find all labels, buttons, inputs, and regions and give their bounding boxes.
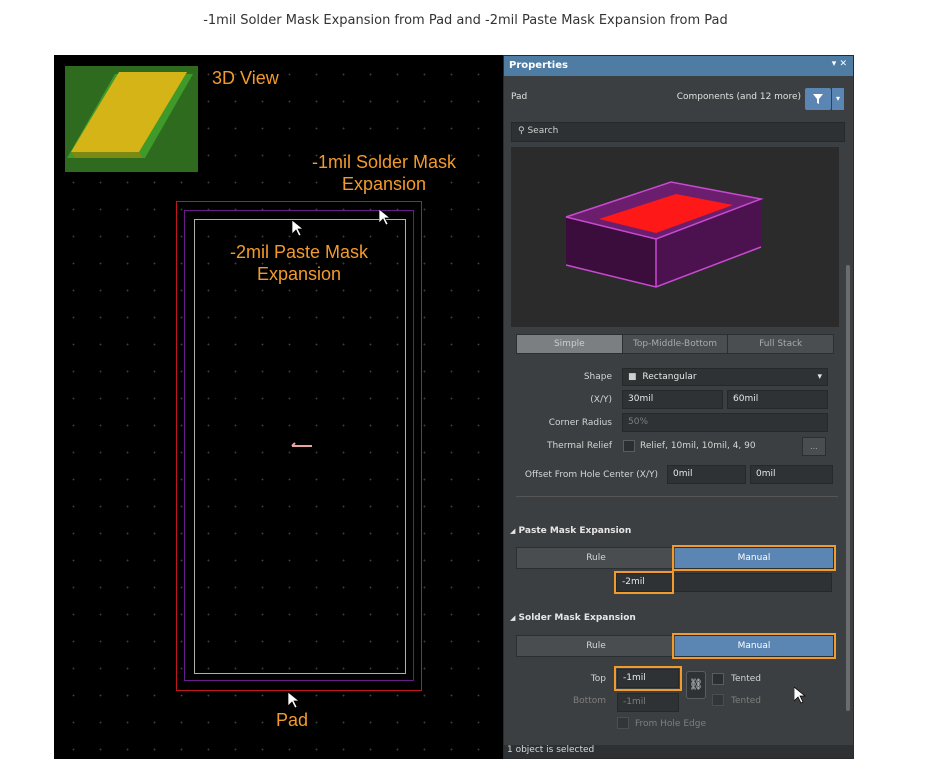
tented-bottom-label: Tented [731, 696, 761, 706]
tab-simple[interactable]: Simple [517, 335, 623, 353]
y-size-input[interactable]: 60mil [727, 390, 828, 409]
xy-label: (X/Y) [590, 395, 612, 405]
pad-designator-mark [291, 442, 312, 447]
collapse-icon: ◢ [510, 527, 516, 535]
link-icon[interactable]: ⛓ [686, 671, 706, 699]
3d-thumbnail [65, 66, 198, 172]
offset-x-input[interactable]: 0mil [667, 465, 746, 484]
shape-label: Shape [583, 372, 612, 382]
label-solder-mask: -1mil Solder Mask Expansion [311, 152, 457, 194]
panel-scrollbar[interactable] [846, 265, 850, 711]
thermal-relief-value: Relief, 10mil, 10mil, 4, 90 [640, 441, 756, 451]
paste-mask-section-title: Paste Mask Expansion [518, 526, 632, 536]
tented-top-checkbox[interactable] [712, 673, 724, 685]
paste-mask-section-header[interactable]: ◢ Paste Mask Expansion [510, 526, 631, 536]
pad-preview-3d-icon [565, 181, 764, 288]
bottom-solder-input[interactable]: -1mil [617, 693, 679, 712]
chevron-down-icon: ▾ [817, 372, 822, 382]
bottom-label: Bottom [572, 696, 606, 706]
object-type: Pad [511, 92, 528, 102]
thermal-relief-checkbox[interactable] [623, 440, 635, 452]
divider [516, 496, 838, 497]
panel-title-bar: Properties ▾ ✕ [504, 56, 853, 76]
shape-select[interactable]: ■ Rectangular ▾ [622, 368, 828, 386]
solder-rule-button[interactable]: Rule [517, 636, 675, 656]
square-shape-icon: ■ [628, 372, 637, 382]
thermal-relief-more-button[interactable]: ... [802, 437, 826, 456]
page-caption: -1mil Solder Mask Expansion from Pad and… [203, 13, 728, 28]
solder-mask-section-header[interactable]: ◢ Solder Mask Expansion [510, 613, 636, 623]
label-3d-view: 3D View [212, 68, 279, 88]
paste-value-highlight [614, 571, 674, 594]
filter-label[interactable]: Components (and 12 more) [677, 92, 801, 102]
search-placeholder: Search [527, 126, 559, 136]
paste-rule-button[interactable]: Rule [517, 548, 675, 568]
from-hole-edge-checkbox[interactable] [617, 717, 629, 729]
top-label: Top [590, 674, 606, 684]
search-input[interactable]: ⚲ Search [511, 122, 845, 142]
filter-dropdown-icon[interactable]: ▾ [832, 88, 844, 110]
shape-value: Rectangular [642, 372, 697, 382]
properties-panel: Properties ▾ ✕ Pad Components (and 12 mo… [503, 55, 854, 759]
solder-mask-section-title: Solder Mask Expansion [518, 613, 636, 623]
paste-manual-highlight [672, 545, 836, 571]
stack-mode-tabs: Simple Top-Middle-Bottom Full Stack [516, 334, 834, 354]
panel-title: Properties [509, 60, 568, 71]
from-hole-edge-label: From Hole Edge [635, 719, 706, 729]
tab-full-stack[interactable]: Full Stack [728, 335, 833, 353]
filter-icon[interactable] [805, 88, 831, 110]
pcb-canvas[interactable]: 3D View -1mil Solder Mask Expansion -2mi… [54, 55, 503, 759]
x-size-input[interactable]: 30mil [622, 390, 723, 409]
top-value-highlight [614, 666, 682, 691]
pad-3d-preview[interactable] [511, 147, 839, 327]
tented-bottom-checkbox[interactable] [712, 694, 724, 706]
label-pad: Pad [276, 710, 309, 730]
offset-label: Offset From Hole Center (X/Y) [524, 470, 658, 480]
search-icon: ⚲ [518, 126, 525, 136]
corner-radius-label: Corner Radius [548, 418, 612, 428]
offset-y-input[interactable]: 0mil [750, 465, 833, 484]
solder-manual-highlight [672, 633, 836, 659]
panel-window-controls[interactable]: ▾ ✕ [832, 59, 847, 69]
thermal-relief-label: Thermal Relief [546, 441, 612, 451]
status-bar: 1 object is selected [504, 745, 853, 758]
tented-top-label: Tented [731, 674, 761, 684]
collapse-icon: ◢ [510, 614, 516, 622]
corner-radius-input[interactable]: 50% [622, 413, 828, 432]
tab-top-middle-bottom[interactable]: Top-Middle-Bottom [623, 335, 729, 353]
pad-3d-icon [67, 72, 193, 158]
label-paste-mask: -2mil Paste Mask Expansion [229, 242, 369, 284]
